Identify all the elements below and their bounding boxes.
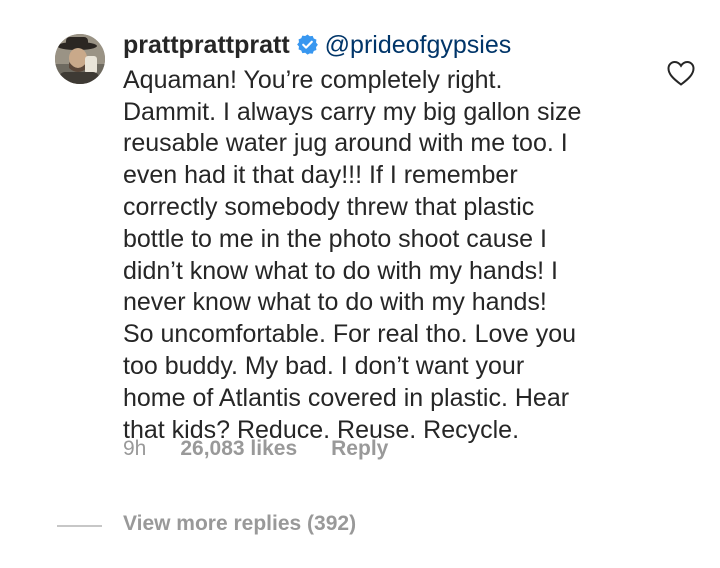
reply-button[interactable]: Reply: [331, 437, 388, 461]
verified-badge-icon: [296, 33, 319, 65]
comment-timestamp: 9h: [123, 437, 147, 460]
replies-divider: [57, 525, 102, 527]
comment-text: Aquaman! You’re completely right. Dammit…: [123, 65, 582, 444]
username-link[interactable]: prattprattpratt: [123, 31, 290, 59]
avatar[interactable]: [55, 34, 105, 84]
comment-meta: 9h 26,083 likes Reply: [123, 437, 388, 461]
like-button[interactable]: [667, 60, 695, 86]
comment-body: prattprattpratt @prideofgypsies Aquaman! …: [123, 30, 643, 446]
likes-count[interactable]: 26,083 likes: [180, 437, 297, 461]
heart-outline-icon: [667, 60, 695, 86]
avatar-photo: [55, 34, 105, 84]
mention-link[interactable]: @prideofgypsies: [325, 31, 512, 59]
view-more-replies-button[interactable]: View more replies (392): [123, 512, 356, 536]
